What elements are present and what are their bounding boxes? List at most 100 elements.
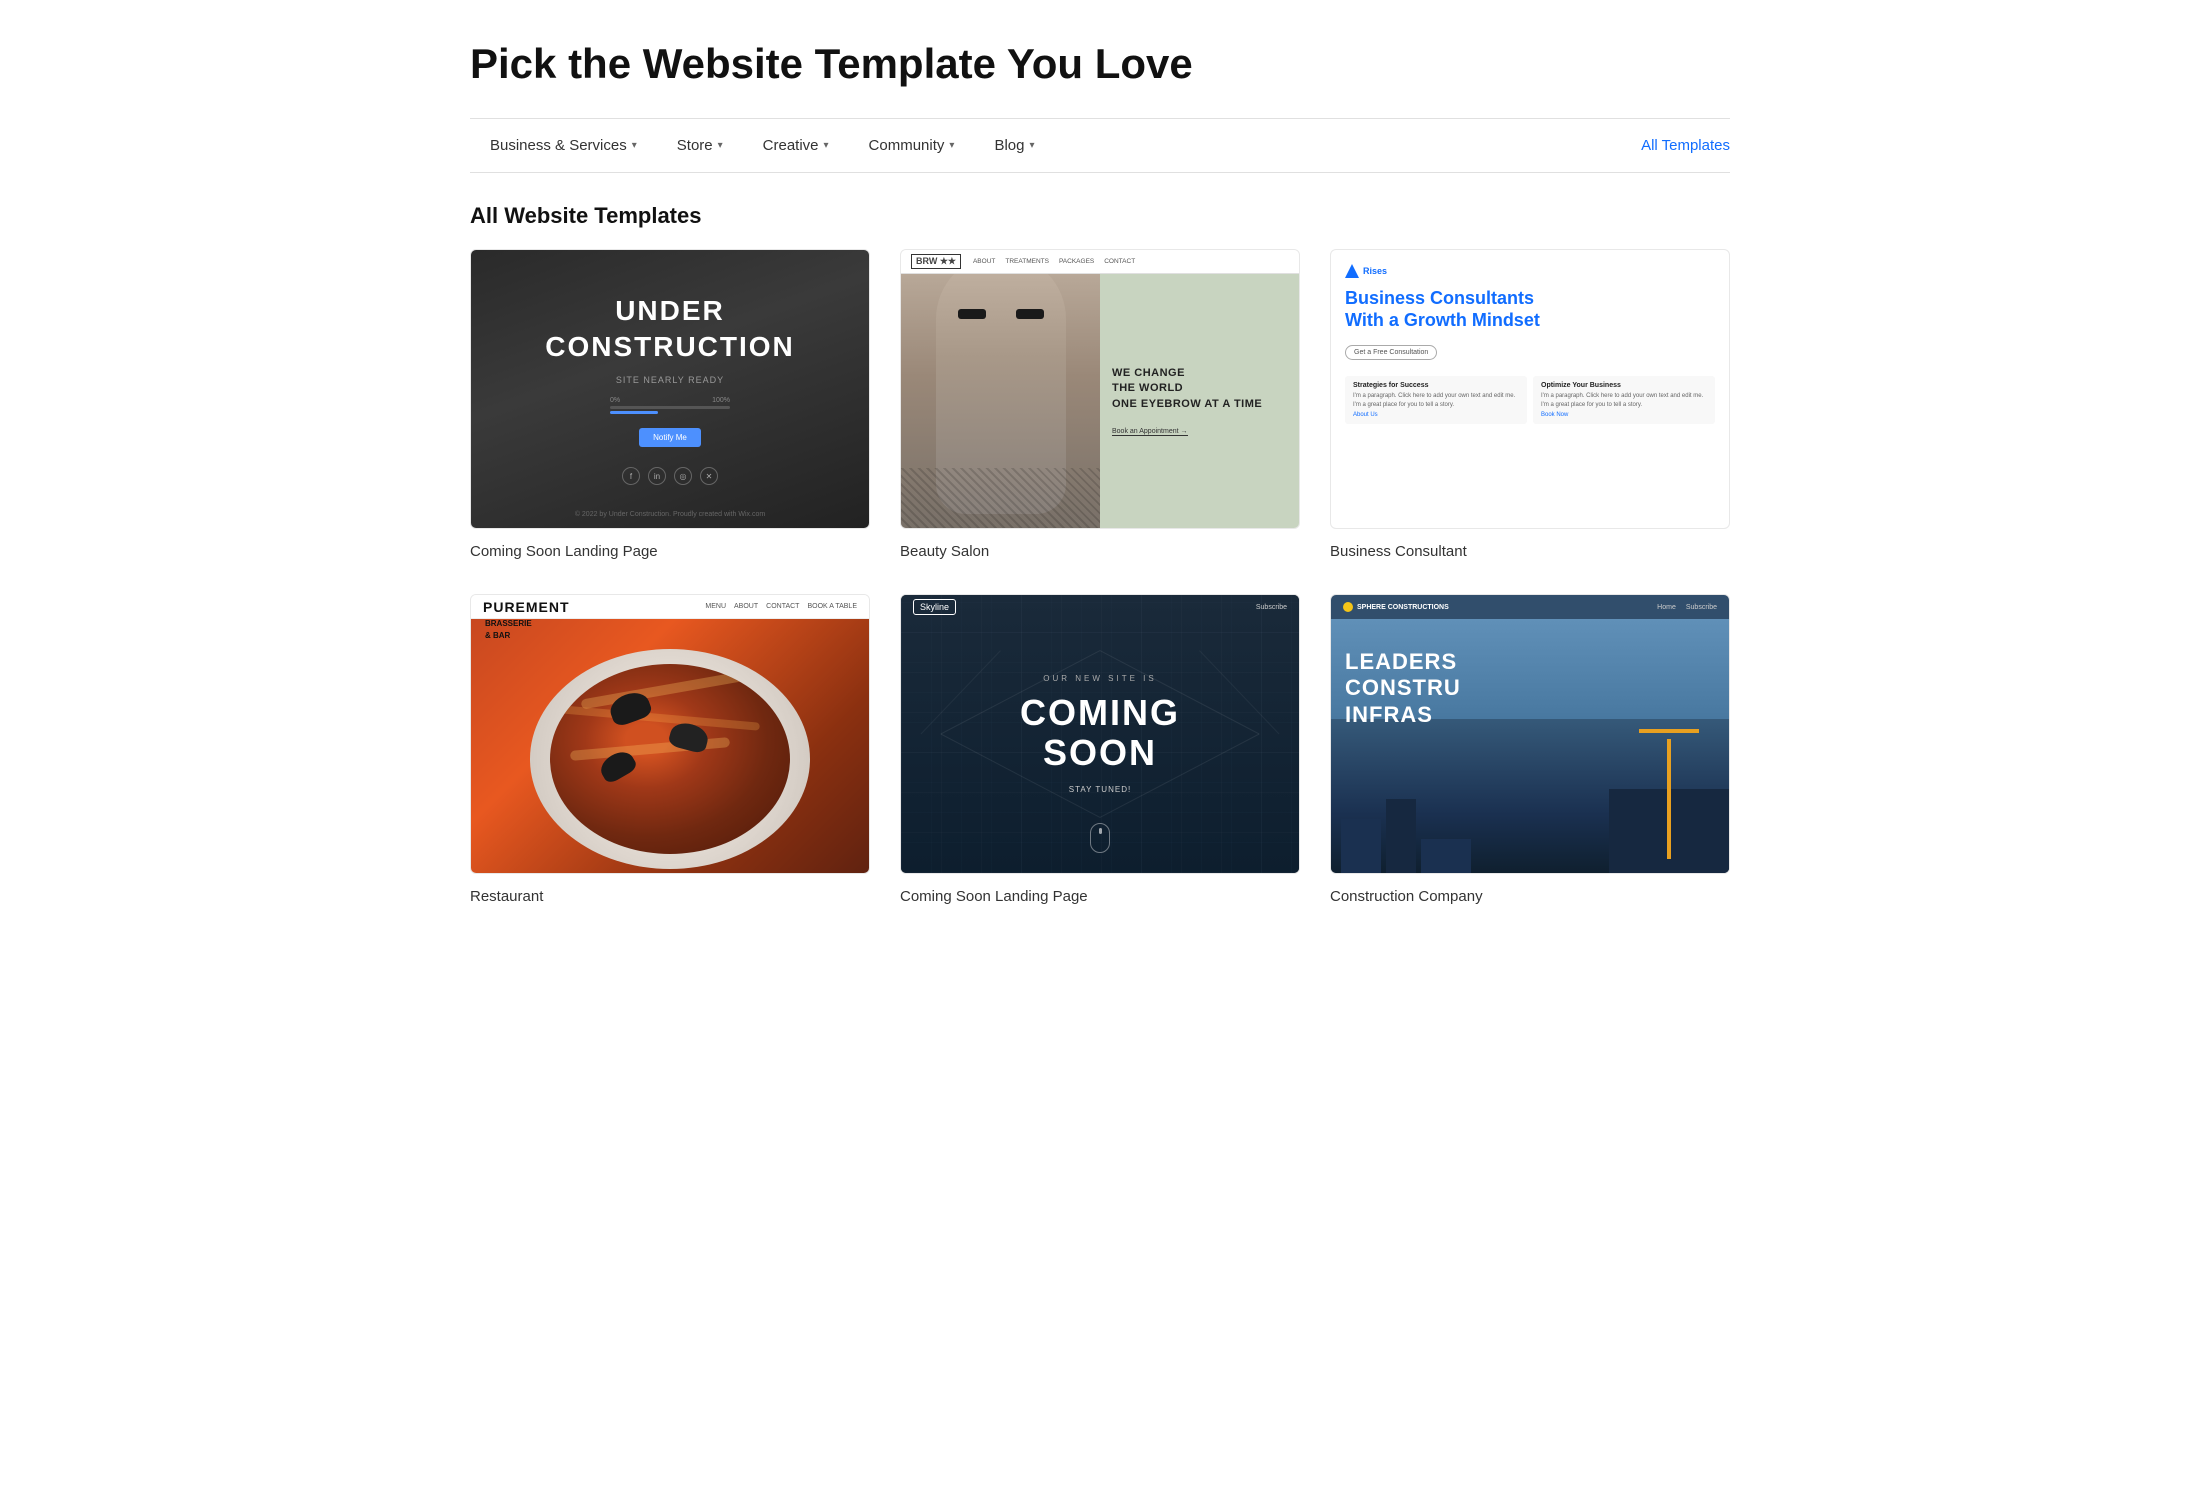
rest-sidebar: BRASSERIE & BAR bbox=[485, 619, 532, 640]
beauty-eye-right bbox=[1016, 309, 1044, 319]
nav-all-templates[interactable]: All Templates bbox=[1641, 119, 1730, 172]
rest-subnav: MENU ABOUT CONTACT BOOK A TABLE bbox=[705, 603, 857, 610]
twitter-icon: ✕ bbox=[700, 467, 718, 485]
nav-bar: Business & Services ▾ Store ▾ Creative ▾… bbox=[470, 118, 1730, 173]
uc-progress-bar: 0%100% bbox=[610, 397, 730, 414]
nav-item-community[interactable]: Community ▾ bbox=[849, 119, 975, 172]
chevron-down-icon: ▾ bbox=[718, 140, 723, 151]
template-name-5: Coming Soon Landing Page bbox=[900, 884, 1300, 909]
rest-logo: PUREMENT bbox=[483, 599, 570, 615]
template-card[interactable]: Rises Business Consultants With a Growth… bbox=[1330, 249, 1730, 564]
bc-card2-title: Optimize Your Business bbox=[1541, 382, 1707, 389]
bc-headline: Business Consultants With a Growth Minds… bbox=[1345, 288, 1715, 331]
beauty-nav: BRW ★★ ABOUT TREATMENTS PACKAGES CONTACT bbox=[901, 250, 1299, 274]
template-card[interactable]: SPHERE CONSTRUCTIONS Home Subscribe bbox=[1330, 594, 1730, 909]
nav-item-creative[interactable]: Creative ▾ bbox=[743, 119, 849, 172]
template-thumbnail-5[interactable]: Skyline Subscribe OUR NEW SITE IS COMING… bbox=[900, 594, 1300, 874]
facebook-icon: f bbox=[622, 467, 640, 485]
nav-label-community: Community bbox=[869, 137, 945, 154]
cs-stay-text: STAY TUNED! bbox=[1020, 785, 1180, 794]
rest-pasta bbox=[550, 664, 790, 854]
con-logo-dot bbox=[1343, 602, 1353, 612]
template-name-3: Business Consultant bbox=[1330, 539, 1730, 564]
bc-card1-text: I'm a paragraph. Click here to add your … bbox=[1353, 392, 1519, 409]
beauty-right: WE CHANGE THE WORLD ONE EYEBROW AT A TIM… bbox=[1100, 274, 1299, 528]
rest-nav-menu: MENU bbox=[705, 603, 726, 610]
cs-sub-text: OUR NEW SITE IS bbox=[1020, 674, 1180, 683]
template-thumbnail-4[interactable]: PUREMENT MENU ABOUT CONTACT BOOK A TABLE… bbox=[470, 594, 870, 874]
chevron-down-icon: ▾ bbox=[632, 140, 637, 151]
template-name-4: Restaurant bbox=[470, 884, 870, 909]
bc-cards: Strategies for Success I'm a paragraph. … bbox=[1345, 376, 1715, 424]
uc-footer: © 2022 by Under Construction. Proudly cr… bbox=[575, 511, 765, 518]
uc-bar-fill bbox=[610, 411, 658, 414]
beauty-book-btn: Book an Appointment → bbox=[1112, 428, 1188, 436]
rest-nav-book: BOOK A TABLE bbox=[807, 603, 857, 610]
con-crane-mast bbox=[1667, 739, 1671, 859]
template-name-2: Beauty Salon bbox=[900, 539, 1300, 564]
template-thumbnail-3[interactable]: Rises Business Consultants With a Growth… bbox=[1330, 249, 1730, 529]
beauty-nav-treatments: TREATMENTS bbox=[1005, 258, 1049, 265]
instagram-icon: ◎ bbox=[674, 467, 692, 485]
bc-logo-text: Rises bbox=[1363, 266, 1387, 276]
con-logo-text: SPHERE CONSTRUCTIONS bbox=[1357, 604, 1449, 611]
rest-nav: PUREMENT MENU ABOUT CONTACT BOOK A TABLE bbox=[471, 595, 869, 619]
bc-card-2: Optimize Your Business I'm a paragraph. … bbox=[1533, 376, 1715, 424]
uc-sub: SITE NEARLY READY bbox=[616, 375, 724, 385]
nav-item-blog[interactable]: Blog ▾ bbox=[974, 119, 1054, 172]
beauty-nav-packages: PACKAGES bbox=[1059, 258, 1094, 265]
nav-label-business: Business & Services bbox=[490, 137, 627, 154]
uc-bar-bg bbox=[610, 406, 730, 409]
template-card[interactable]: UNDER CONSTRUCTION SITE NEARLY READY 0%1… bbox=[470, 249, 870, 564]
bc-card-1: Strategies for Success I'm a paragraph. … bbox=[1345, 376, 1527, 424]
nav-label-blog: Blog bbox=[994, 137, 1024, 154]
cs-scroll-indicator bbox=[1090, 823, 1110, 853]
con-nav: SPHERE CONSTRUCTIONS Home Subscribe bbox=[1331, 595, 1729, 619]
cs-main-text: COMING SOON bbox=[1020, 693, 1180, 772]
rest-tagline2: & BAR bbox=[485, 631, 532, 640]
beauty-stripe bbox=[901, 468, 1100, 528]
nav-item-business[interactable]: Business & Services ▾ bbox=[470, 119, 657, 172]
rest-nav-contact: CONTACT bbox=[766, 603, 799, 610]
con-logo-wrap: SPHERE CONSTRUCTIONS bbox=[1343, 602, 1449, 612]
bc-logo: Rises bbox=[1345, 264, 1715, 278]
template-name-1: Coming Soon Landing Page bbox=[470, 539, 870, 564]
con-building1 bbox=[1341, 819, 1381, 874]
nav-items: Business & Services ▾ Store ▾ Creative ▾… bbox=[470, 119, 1055, 172]
template-thumbnail-2[interactable]: BRW ★★ ABOUT TREATMENTS PACKAGES CONTACT bbox=[900, 249, 1300, 529]
bc-card2-link: Book Now bbox=[1541, 412, 1707, 418]
templates-grid: UNDER CONSTRUCTION SITE NEARLY READY 0%1… bbox=[470, 249, 1730, 969]
con-nav-subscribe: Subscribe bbox=[1686, 604, 1717, 611]
linkedin-icon: in bbox=[648, 467, 666, 485]
con-nav-items: Home Subscribe bbox=[1657, 604, 1717, 611]
chevron-down-icon: ▾ bbox=[824, 140, 829, 151]
rest-pasta-noodle2 bbox=[560, 705, 760, 730]
page-title: Pick the Website Template You Love bbox=[470, 40, 1730, 88]
bc-card1-title: Strategies for Success bbox=[1353, 382, 1519, 389]
section-heading: All Website Templates bbox=[470, 173, 1730, 249]
rest-nav-about: ABOUT bbox=[734, 603, 758, 610]
bc-card1-link: About Us bbox=[1353, 412, 1519, 418]
uc-headline: UNDER CONSTRUCTION bbox=[545, 293, 795, 366]
bc-card2-text: I'm a paragraph. Click here to add your … bbox=[1541, 392, 1707, 409]
con-building3 bbox=[1421, 839, 1471, 874]
con-headline: LEADERS CONSTRU INFRAS bbox=[1345, 649, 1461, 728]
template-card[interactable]: BRW ★★ ABOUT TREATMENTS PACKAGES CONTACT bbox=[900, 249, 1300, 564]
nav-item-store[interactable]: Store ▾ bbox=[657, 119, 743, 172]
template-name-6: Construction Company bbox=[1330, 884, 1730, 909]
con-nav-home: Home bbox=[1657, 604, 1676, 611]
beauty-left bbox=[901, 274, 1100, 528]
bc-logo-icon bbox=[1345, 264, 1359, 278]
bc-cta: Get a Free Consultation bbox=[1345, 345, 1437, 360]
uc-button: Notify Me bbox=[639, 428, 701, 447]
template-card[interactable]: PUREMENT MENU ABOUT CONTACT BOOK A TABLE… bbox=[470, 594, 870, 909]
beauty-logo: BRW ★★ bbox=[911, 254, 961, 269]
chevron-down-icon: ▾ bbox=[949, 140, 954, 151]
template-thumbnail-6[interactable]: SPHERE CONSTRUCTIONS Home Subscribe bbox=[1330, 594, 1730, 874]
rest-food-image bbox=[471, 619, 869, 874]
template-card[interactable]: Skyline Subscribe OUR NEW SITE IS COMING… bbox=[900, 594, 1300, 909]
template-thumbnail-1[interactable]: UNDER CONSTRUCTION SITE NEARLY READY 0%1… bbox=[470, 249, 870, 529]
uc-social-icons: f in ◎ ✕ bbox=[622, 467, 718, 485]
beauty-eye-left bbox=[958, 309, 986, 319]
beauty-nav-about: ABOUT bbox=[973, 258, 995, 265]
